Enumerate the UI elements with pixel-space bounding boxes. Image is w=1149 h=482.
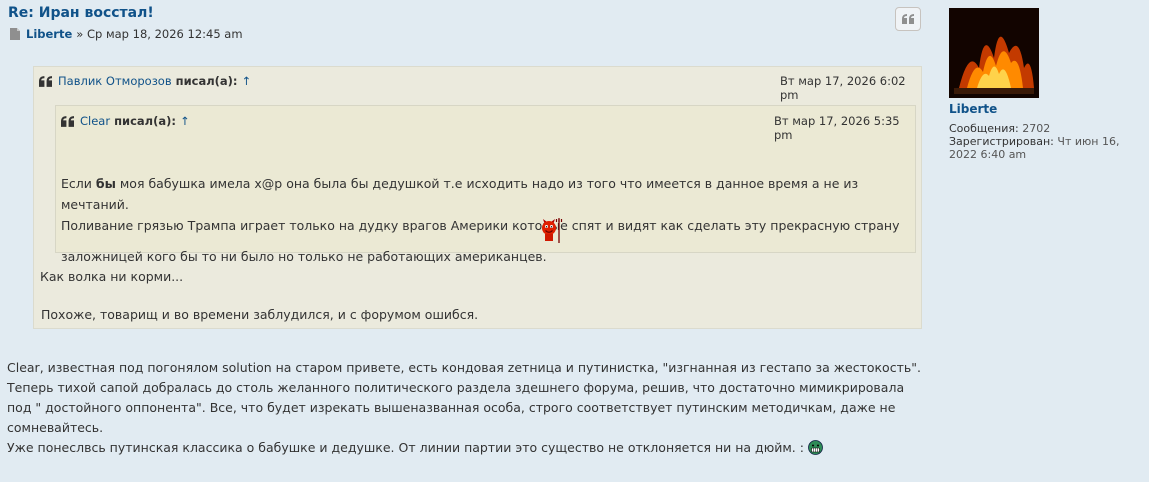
post-body-line-5: Уже понеслвсь путинская классика о бабуш…: [7, 438, 927, 458]
posts-label: Сообщения:: [949, 122, 1019, 135]
post-meta: Liberte » Ср мар 18, 2026 12:45 am: [10, 27, 243, 41]
outer-quote-line-1: Как волка ни корми...: [40, 269, 184, 284]
quote-mark-icon: [61, 115, 74, 127]
profile-username-link[interactable]: Liberte: [949, 102, 1139, 116]
inner-quote-text: Если бы моя бабушка имела х@р она была б…: [61, 173, 911, 267]
profile-stats: Сообщения: 2702 Зарегистрирован: Чт июн …: [949, 122, 1139, 161]
inner-quote-header: Clear писал(а): ↑: [61, 114, 190, 128]
fire-image: [949, 8, 1039, 98]
devil-smiley-icon: [542, 218, 563, 243]
inner-quote-block: Clear писал(а): ↑ Вт мар 17, 2026 5:35 p…: [55, 105, 916, 264]
outer-quote-date: Вт мар 17, 2026 6:02 pm: [780, 74, 906, 102]
inner-quote-jump-link[interactable]: ↑: [180, 114, 190, 128]
post-body-line-4: сомневайтесь.: [7, 420, 104, 435]
grin-smiley-icon: [808, 440, 823, 455]
registered-date: Чт июн 16,: [1057, 135, 1120, 148]
file-icon: [10, 28, 20, 40]
outer-quote-line-2: Похоже, товарищ и во времени заблудился,…: [41, 307, 479, 322]
post-title[interactable]: Re: Иран восстал!: [8, 5, 154, 21]
inner-quote-line-1: Если бы моя бабушка имела х@р она была б…: [61, 176, 859, 212]
inner-quote-author-link[interactable]: Clear: [80, 114, 110, 128]
post-body-line-1: Clear, известная под погонялом solution …: [7, 360, 921, 375]
quote-icon: [902, 14, 914, 24]
registered-label: Зарегистрирован:: [949, 135, 1054, 148]
post-body-line-3: под " достойного оппонента". Все, что бу…: [7, 400, 896, 415]
inner-quote-line-2: Поливание грязью Трампа играет только на…: [61, 218, 900, 233]
post-author-link[interactable]: Liberte: [26, 27, 72, 41]
inner-quote-said-label: писал(а):: [114, 114, 176, 128]
post-body: Clear, известная под погонялом solution …: [7, 358, 927, 458]
outer-quote-author-link[interactable]: Павлик Отморозов: [58, 74, 172, 88]
outer-quote-block: Павлик Отморозов писал(а): ↑ Вт мар 17, …: [33, 66, 922, 329]
quote-mark-icon: [39, 75, 52, 87]
inner-quote-date: Вт мар 17, 2026 5:35 pm: [774, 114, 900, 142]
outer-quote-said-label: писал(а):: [175, 74, 238, 88]
outer-quote-jump-link[interactable]: ↑: [242, 74, 252, 88]
post-body-line-2: Теперь тихой сапой добралась до столь же…: [7, 380, 905, 395]
author-profile: Liberte Сообщения: 2702 Зарегистрирован:…: [949, 8, 1139, 161]
inner-quote-line-3: заложницей кого бы то ни было но только …: [61, 249, 547, 264]
posts-count-link[interactable]: 2702: [1022, 122, 1050, 135]
avatar[interactable]: [949, 8, 1039, 98]
post-date: » Ср мар 18, 2026 12:45 am: [76, 27, 243, 41]
outer-quote-header: Павлик Отморозов писал(а): ↑: [39, 74, 251, 88]
registered-date-cont: 2022 6:40 am: [949, 148, 1027, 161]
quote-button[interactable]: [895, 7, 921, 31]
